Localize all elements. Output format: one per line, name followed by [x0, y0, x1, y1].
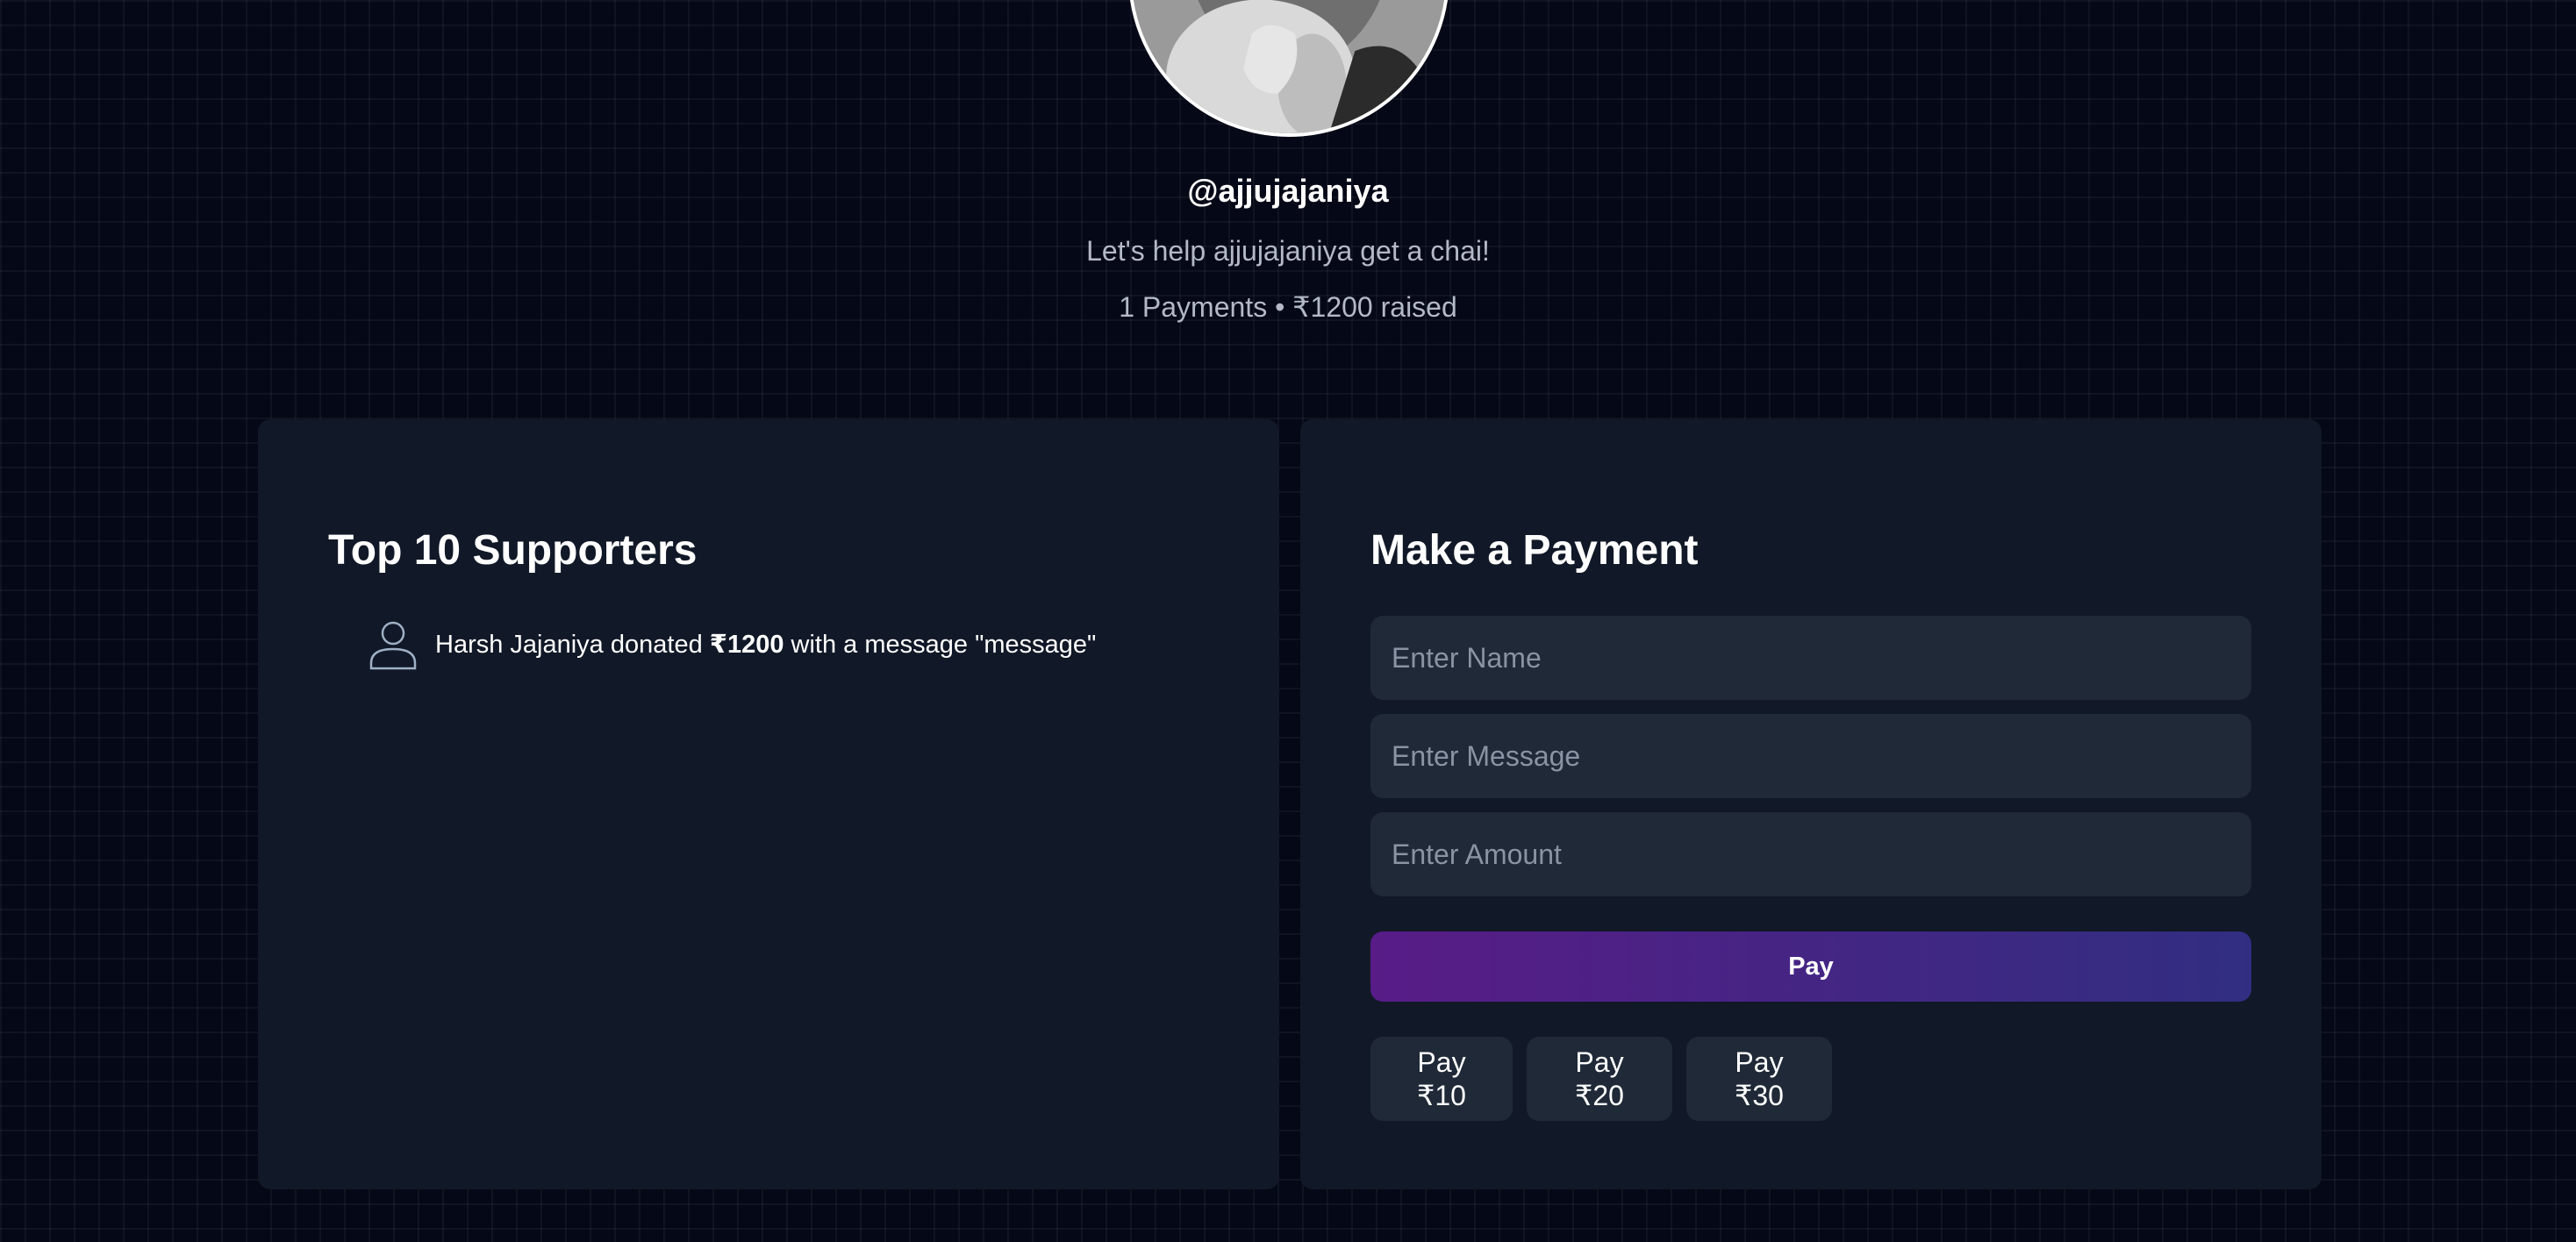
- supporter-donated-text: donated: [603, 631, 710, 659]
- payment-panel: Make a Payment Pay Pay ₹10 Pay ₹20 Pay ₹…: [1300, 419, 2322, 1189]
- supporter-amount: ₹1200: [709, 631, 784, 659]
- profile-username: @ajjujajaniya: [1187, 173, 1389, 209]
- supporter-message: with a message "message": [784, 631, 1097, 659]
- profile-tagline: Let's help ajjujajaniya get a chai!: [1086, 235, 1490, 267]
- profile-avatar: [1128, 0, 1449, 137]
- supporter-name: Harsh Jajaniya: [435, 631, 604, 659]
- supporter-item: Harsh Jajaniya donated ₹1200 with a mess…: [369, 619, 1096, 670]
- profile-stats: 1 Payments • ₹1200 raised: [1119, 291, 1457, 323]
- amount-input[interactable]: [1370, 812, 2251, 896]
- supporters-title: Top 10 Supporters: [328, 527, 698, 574]
- message-input[interactable]: [1370, 714, 2251, 798]
- pay-button[interactable]: Pay: [1370, 932, 2251, 1002]
- pay-20-button[interactable]: Pay ₹20: [1527, 1037, 1672, 1121]
- supporter-text: Harsh Jajaniya donated ₹1200 with a mess…: [435, 627, 1096, 662]
- pay-10-button[interactable]: Pay ₹10: [1370, 1037, 1513, 1121]
- profile-photo: [1132, 0, 1446, 133]
- pay-30-button[interactable]: Pay ₹30: [1686, 1037, 1832, 1121]
- supporters-panel: Top 10 Supporters Harsh Jajaniya donated…: [258, 419, 1279, 1189]
- name-input[interactable]: [1370, 616, 2251, 700]
- payment-title: Make a Payment: [1370, 527, 1699, 574]
- user-avatar-icon: [369, 619, 418, 670]
